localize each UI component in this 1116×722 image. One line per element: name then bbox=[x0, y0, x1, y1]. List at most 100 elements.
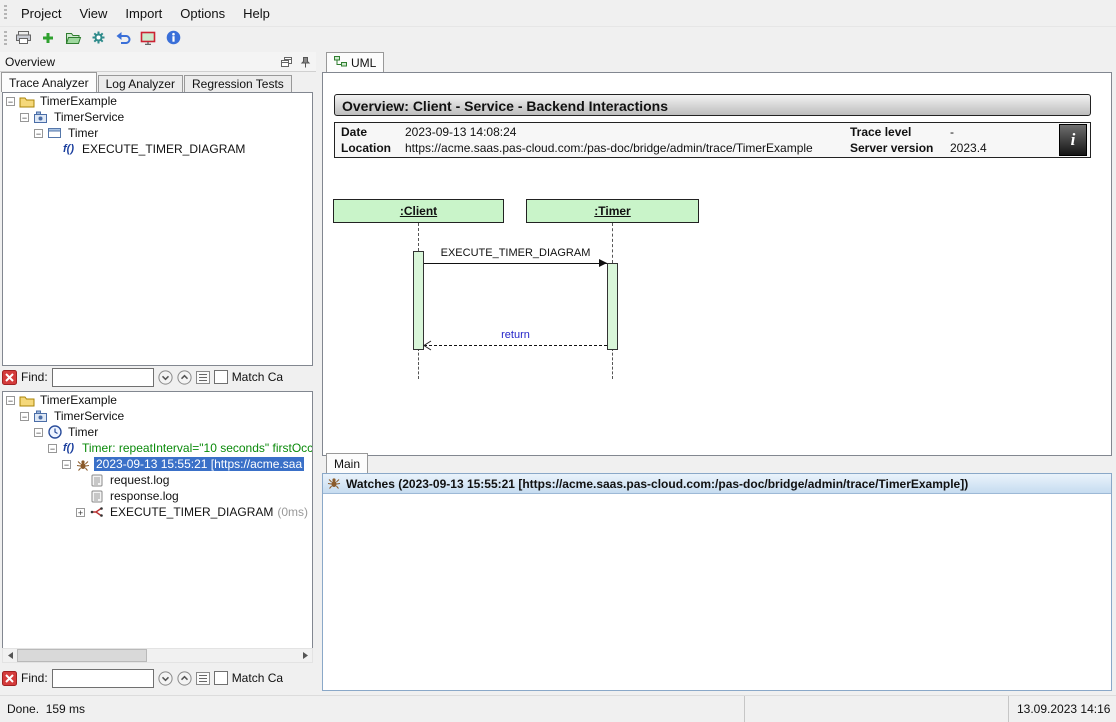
tab-log-analyzer[interactable]: Log Analyzer bbox=[98, 75, 183, 92]
tree-item[interactable]: f()EXECUTE_TIMER_DIAGRAM bbox=[3, 141, 312, 157]
menu-view[interactable]: View bbox=[70, 1, 116, 26]
monitor-icon bbox=[140, 31, 156, 48]
diagram-meta: Date 2023-09-13 14:08:24 Location https:… bbox=[334, 122, 1091, 158]
find-label: Find: bbox=[21, 671, 48, 685]
watches-header: Watches (2023-09-13 15:55:21 [https://ac… bbox=[323, 474, 1111, 494]
tree-item-label: TimerService bbox=[52, 409, 126, 423]
server-version-label: Server version bbox=[850, 140, 950, 156]
print-button[interactable] bbox=[12, 28, 34, 50]
watches-body bbox=[323, 494, 1111, 690]
tab-main[interactable]: Main bbox=[326, 453, 368, 473]
match-case-checkbox[interactable] bbox=[214, 671, 228, 685]
find-options-icon[interactable] bbox=[196, 672, 210, 685]
collapse-toggle-icon[interactable]: − bbox=[34, 428, 43, 437]
undo-icon bbox=[115, 31, 131, 48]
call-arrowhead-icon bbox=[599, 259, 607, 267]
find-previous-icon[interactable] bbox=[177, 671, 192, 686]
close-find-icon[interactable] bbox=[2, 370, 17, 385]
find-next-icon[interactable] bbox=[158, 370, 173, 385]
printer-icon bbox=[15, 30, 32, 48]
tree-item[interactable]: −Timer bbox=[3, 424, 312, 440]
collapse-toggle-icon[interactable]: − bbox=[48, 444, 57, 453]
tab-uml[interactable]: UML bbox=[326, 52, 384, 72]
lifeline-timer: :Timer bbox=[526, 199, 699, 223]
log-icon bbox=[88, 490, 105, 503]
collapse-toggle-icon[interactable]: − bbox=[62, 460, 71, 469]
tree-item[interactable]: −f()Timer: repeatInterval="10 seconds" f… bbox=[3, 440, 312, 456]
watches-title: Watches (2023-09-13 15:55:21 [https://ac… bbox=[346, 477, 968, 491]
collapse-toggle-icon[interactable]: − bbox=[34, 129, 43, 138]
toolbar-grip[interactable] bbox=[4, 5, 7, 21]
toolbar-grip[interactable] bbox=[4, 31, 7, 47]
tree-item-label: TimerService bbox=[52, 110, 126, 124]
find-bar: Find: Match Ca bbox=[2, 666, 313, 690]
status-datetime: 13.09.2023 14:16 bbox=[1008, 696, 1116, 722]
tree-item[interactable]: response.log bbox=[3, 488, 312, 504]
find-previous-icon[interactable] bbox=[177, 370, 192, 385]
tree-item[interactable]: − TimerService bbox=[3, 408, 312, 424]
tree-item[interactable]: +EXECUTE_TIMER_DIAGRAM(0ms) bbox=[3, 504, 312, 520]
trace-tree: −TimerExample−TimerService−Timer−f()Time… bbox=[2, 391, 313, 649]
pin-icon[interactable] bbox=[300, 56, 311, 68]
collapse-toggle-icon[interactable]: − bbox=[6, 97, 15, 106]
add-button[interactable] bbox=[37, 28, 59, 50]
trace-level-value: - bbox=[950, 124, 1000, 140]
find-options-icon[interactable] bbox=[196, 371, 210, 384]
find-input[interactable] bbox=[52, 368, 154, 387]
status-bar: Done. 159 ms 13.09.2023 14:16 bbox=[0, 695, 1116, 722]
service-icon bbox=[32, 111, 49, 124]
tree-item-label: TimerExample bbox=[38, 393, 119, 407]
clock-icon bbox=[46, 425, 63, 439]
diagram-title: Overview: Client - Service - Backend Int… bbox=[334, 94, 1091, 116]
menu-import[interactable]: Import bbox=[116, 1, 171, 26]
expand-toggle-icon[interactable]: + bbox=[76, 508, 85, 517]
collapse-toggle-icon[interactable]: − bbox=[20, 113, 29, 122]
settings-button[interactable] bbox=[87, 28, 109, 50]
scroll-right-icon[interactable] bbox=[298, 649, 312, 662]
return-message-label: return bbox=[424, 329, 607, 341]
menu-help[interactable]: Help bbox=[234, 1, 279, 26]
find-input[interactable] bbox=[52, 669, 154, 688]
monitor-button[interactable] bbox=[137, 28, 159, 50]
log-icon bbox=[88, 474, 105, 487]
scroll-left-icon[interactable] bbox=[3, 649, 17, 662]
collapse-toggle-icon[interactable]: − bbox=[6, 396, 15, 405]
tree-item[interactable]: request.log bbox=[3, 472, 312, 488]
float-window-icon[interactable] bbox=[280, 56, 293, 68]
uml-icon bbox=[334, 56, 347, 70]
undo-button[interactable] bbox=[112, 28, 134, 50]
toolbar bbox=[0, 26, 1116, 52]
spider-icon bbox=[327, 476, 341, 492]
left-dock-panel: Overview Trace Analyzer Log Analyzer Reg… bbox=[0, 52, 316, 696]
tree-item[interactable]: − TimerService bbox=[3, 109, 312, 125]
spider-icon bbox=[74, 458, 91, 471]
horizontal-scrollbar[interactable] bbox=[2, 648, 313, 663]
info-button[interactable] bbox=[162, 28, 184, 50]
call-message-label[interactable]: EXECUTE_TIMER_DIAGRAM bbox=[424, 247, 607, 259]
lifeline-dash bbox=[418, 348, 419, 379]
close-find-icon[interactable] bbox=[2, 671, 17, 686]
menu-options[interactable]: Options bbox=[171, 1, 234, 26]
return-message-line bbox=[424, 345, 607, 346]
lifeline-dash bbox=[612, 223, 613, 263]
menu-project[interactable]: Project bbox=[12, 1, 70, 26]
lifeline-dash bbox=[612, 348, 613, 379]
watches-panel: Watches (2023-09-13 15:55:21 [https://ac… bbox=[322, 473, 1112, 691]
tree-item[interactable]: −TimerExample bbox=[3, 93, 312, 109]
open-button[interactable] bbox=[62, 28, 84, 50]
match-case-checkbox[interactable] bbox=[214, 370, 228, 384]
tree-item-label: Timer bbox=[66, 126, 100, 140]
find-next-icon[interactable] bbox=[158, 671, 173, 686]
window-icon bbox=[46, 127, 63, 139]
tree-item-label: request.log bbox=[108, 473, 171, 487]
scrollbar-track[interactable] bbox=[17, 649, 298, 662]
fork-icon bbox=[88, 506, 105, 518]
tree-item[interactable]: −2023-09-13 15:55:21 [https://acme.saa bbox=[3, 456, 312, 472]
scrollbar-thumb[interactable] bbox=[17, 649, 147, 662]
info-button[interactable]: i bbox=[1059, 124, 1087, 156]
tree-item[interactable]: − TimerExample bbox=[3, 392, 312, 408]
tab-trace-analyzer[interactable]: Trace Analyzer bbox=[1, 72, 97, 92]
tree-item[interactable]: − Timer bbox=[3, 125, 312, 141]
collapse-toggle-icon[interactable]: − bbox=[20, 412, 29, 421]
tab-regression-tests[interactable]: Regression Tests bbox=[184, 75, 292, 92]
